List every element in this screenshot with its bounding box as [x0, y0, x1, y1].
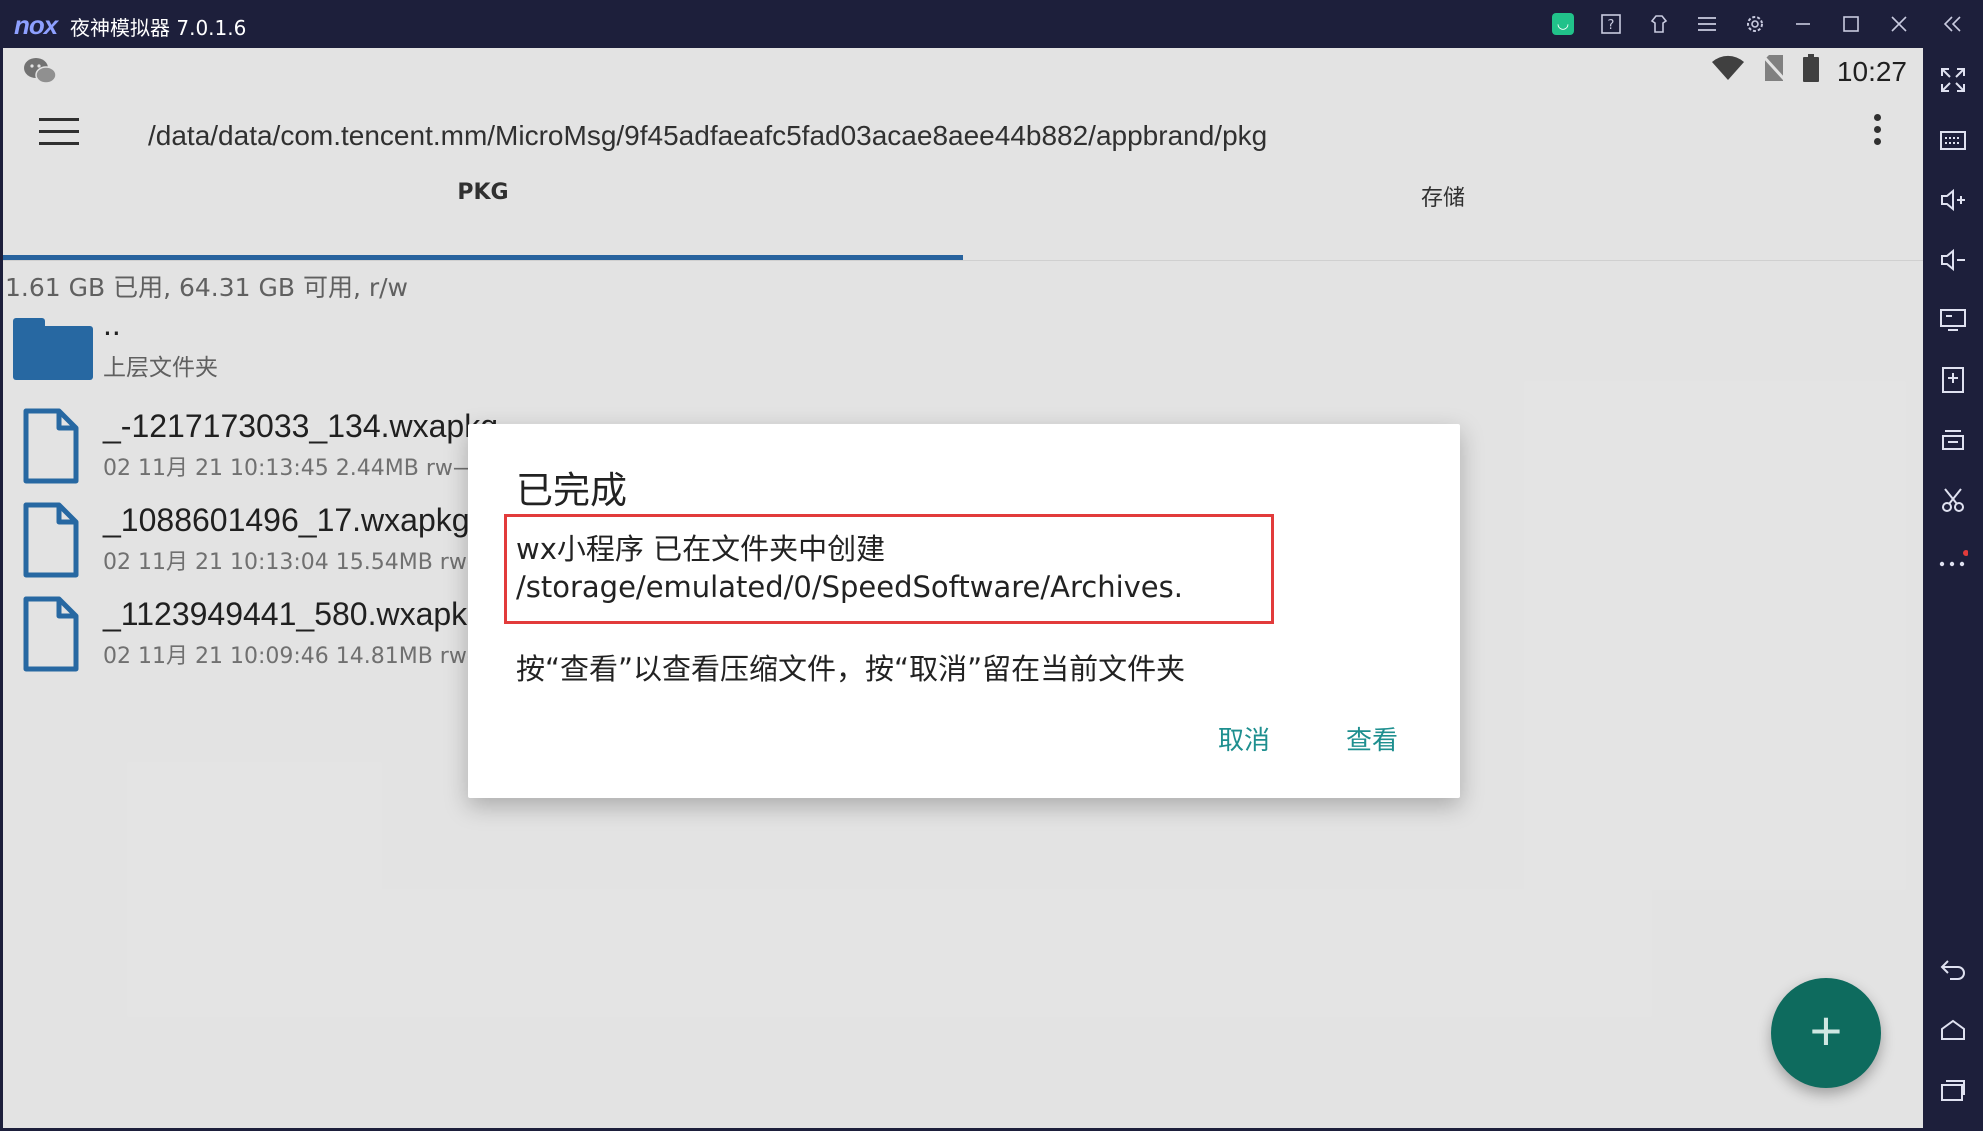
collapse-icon[interactable] — [1923, 0, 1983, 48]
store-icon[interactable]: ◡ — [1539, 0, 1587, 48]
more-icon[interactable] — [1923, 540, 1983, 580]
close-icon[interactable] — [1875, 0, 1923, 48]
volume-down-icon[interactable] — [1923, 240, 1983, 280]
apk-install-icon[interactable] — [1923, 360, 1983, 400]
menu-icon[interactable] — [1683, 0, 1731, 48]
cancel-button[interactable]: 取消 — [1208, 714, 1280, 763]
completion-dialog: 已完成 wx小程序 已在文件夹中创建 /storage/emulated/0/S… — [468, 424, 1460, 798]
keyboard-icon[interactable] — [1923, 120, 1983, 160]
maximize-icon[interactable] — [1827, 0, 1875, 48]
screenshot-icon[interactable] — [1923, 480, 1983, 520]
dialog-hint: 按“查看”以查看压缩文件，按“取消”留在当前文件夹 — [516, 652, 1186, 686]
screen-icon[interactable] — [1923, 300, 1983, 340]
svg-text:?: ? — [1608, 18, 1615, 33]
home-icon[interactable] — [1923, 1010, 1983, 1050]
multi-instance-icon[interactable] — [1923, 420, 1983, 460]
dialog-title: 已完成 — [516, 469, 627, 512]
nox-logo: nox — [14, 10, 58, 40]
settings-icon[interactable] — [1731, 0, 1779, 48]
skin-icon[interactable] — [1635, 0, 1683, 48]
minimize-icon[interactable] — [1779, 0, 1827, 48]
add-fab-button[interactable]: + — [1771, 978, 1881, 1088]
dialog-message: wx小程序 已在文件夹中创建 /storage/emulated/0/Speed… — [516, 532, 1183, 604]
emulator-sidebar — [1923, 48, 1983, 1131]
back-icon[interactable] — [1923, 950, 1983, 990]
recent-apps-icon[interactable] — [1923, 1070, 1983, 1110]
fullscreen-icon[interactable] — [1923, 60, 1983, 100]
titlebar-controls: ◡ ? — [1539, 0, 1983, 48]
volume-up-icon[interactable] — [1923, 180, 1983, 220]
emulator-titlebar: nox 夜神模拟器 7.0.1.6 ◡ ? — [0, 0, 1983, 48]
help-icon[interactable]: ? — [1587, 0, 1635, 48]
view-button[interactable]: 查看 — [1336, 714, 1408, 763]
window-title: 夜神模拟器 7.0.1.6 — [70, 16, 247, 40]
android-screen: 10:27 /data/data/com.tencent.mm/MicroMsg… — [3, 48, 1923, 1128]
